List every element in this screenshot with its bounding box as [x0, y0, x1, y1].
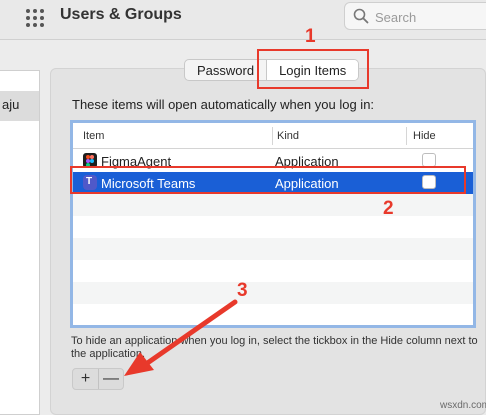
info-text: These items will open automatically when… [72, 97, 375, 112]
table-row-empty [73, 282, 473, 304]
tab-password[interactable]: Password [185, 60, 266, 80]
annotation-box-login-items [257, 49, 369, 89]
column-header-kind[interactable]: Kind [277, 130, 299, 142]
hide-checkbox[interactable] [422, 153, 436, 167]
table-row-empty [73, 194, 473, 216]
login-items-table[interactable]: Item Kind Hide FigmaAgent Application T … [70, 120, 476, 328]
window-title: Users & Groups [60, 6, 182, 23]
remove-item-button[interactable]: — [97, 369, 123, 389]
column-header-item[interactable]: Item [83, 130, 104, 142]
table-row-empty [73, 216, 473, 238]
table-header: Item Kind Hide [73, 123, 473, 149]
annotation-number-3: 3 [237, 280, 248, 301]
annotation-box-teams-row [70, 166, 466, 194]
hide-instructions: To hide an application when you log in, … [71, 335, 478, 360]
column-separator [406, 127, 407, 145]
sidebar-selected-user[interactable]: aju [0, 91, 39, 121]
show-all-grid-icon[interactable] [26, 9, 44, 27]
sidebar-user-label: aju [2, 97, 20, 112]
search-input[interactable] [375, 8, 485, 26]
table-row-empty [73, 304, 473, 326]
search-box[interactable] [344, 2, 486, 30]
add-remove-control: + — [72, 368, 124, 390]
add-item-button[interactable]: + [73, 369, 98, 389]
annotation-number-1: 1 [305, 26, 316, 47]
table-row-empty [73, 238, 473, 260]
annotation-number-2: 2 [383, 198, 394, 219]
column-separator [272, 127, 273, 145]
watermark: wsxdn.com [440, 400, 486, 411]
users-sidebar: aju [0, 70, 40, 415]
search-icon [353, 8, 369, 24]
table-row-empty [73, 260, 473, 282]
title-bar: Users & Groups [0, 0, 486, 40]
column-header-hide[interactable]: Hide [413, 130, 436, 142]
